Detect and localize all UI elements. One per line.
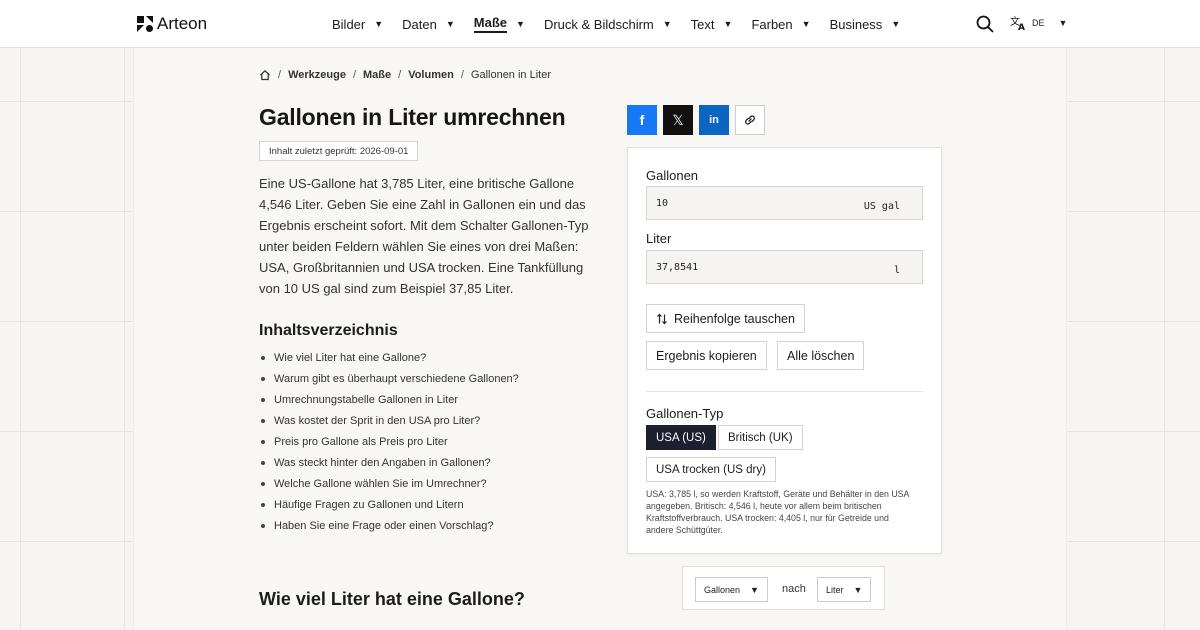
to-unit-select[interactable]: Liter ▼ [817,577,872,602]
facebook-share-button[interactable]: f [627,105,657,135]
gallons-input[interactable]: 10 US gal [646,186,923,220]
gallon-type-note: USA: 3,785 l, so werden Kraftstoff, Gerä… [646,489,909,535]
nav-label: Maße [473,15,508,33]
type-uk-button[interactable]: Britisch (UK) [718,425,803,450]
top-navigation-bar: Arteon Bilder ▼ Daten ▼ Maße ▼ Druck & Bild… [0,0,1200,48]
toc-link[interactable]: Preis pro Gallone als Preis pro Liter [259,431,519,452]
intro-paragraph: Eine US-Gallone hat 3,785 Liter, eine br… [259,176,589,296]
link-icon [745,115,755,125]
caret-down-icon: ▼ [853,584,863,595]
section-heading: Wie viel Liter hat eine Gallone? [259,589,525,609]
translate-icon: 文 A [1010,15,1025,31]
page-title: Gallonen in Liter umrechnen [259,104,566,130]
caret-down-icon: ▼ [750,584,759,595]
toc-heading: Inhaltsverzeichnis [259,322,398,339]
brand-name: Arteon [157,14,208,33]
from-unit-value: Gallonen [704,584,741,595]
type-us-button[interactable]: USA (US) [646,425,716,450]
caret-down-icon: ▼ [1058,18,1068,28]
to-label: Liter [646,231,672,246]
brand-logo[interactable]: Arteon [137,14,207,34]
caret-down-icon: ▼ [662,19,672,29]
table-of-contents: Wie viel Liter hat eine Gallone? Warum g… [259,347,519,536]
gallon-type-label: Gallonen-Typ [646,406,724,421]
nav-item-druck-bildschirm[interactable]: Druck & Bildschirm ▼ [544,17,672,32]
reviewed-badge: Inhalt zuletzt geprüft: 2026-09-01 [259,141,419,161]
toc-link[interactable]: Was steckt hinter den Angaben in Gallone… [259,452,519,473]
to-unit-value: Liter [826,584,844,595]
nav-item-farben[interactable]: Farben ▼ [751,17,810,32]
svg-text:A: A [1018,23,1025,31]
liters-input[interactable]: 37,8541 l [646,250,923,284]
unit-pair-selector: Gallonen ▼ nach Liter ▼ [682,566,885,610]
breadcrumb-separator: / [352,69,356,81]
toc-link[interactable]: Haben Sie eine Frage oder einen Vorschla… [259,515,519,536]
share-buttons: f 𝕏 in [627,105,765,135]
swap-icon [657,313,667,324]
caret-down-icon: ▼ [801,19,811,29]
language-switcher[interactable]: 文 A DE ▼ [1010,15,1067,31]
breadcrumb-separator: / [460,69,464,81]
breadcrumb: / Werkzeuge / Maße / Volumen / Gallonen … [259,69,551,81]
breadcrumb-link[interactable]: Maße [363,69,391,81]
x-share-button[interactable]: 𝕏 [663,105,693,135]
nav-label: Text [690,16,715,32]
swap-button[interactable]: Reihenfolge tauschen [646,304,805,333]
copy-link-button[interactable] [735,105,765,135]
nav-label: Farben [751,16,793,32]
search-icon[interactable] [976,15,994,33]
gallons-unit: US gal [863,201,900,212]
copy-result-button[interactable]: Ergebnis kopieren [646,341,767,370]
from-label: Gallonen [646,168,699,183]
breadcrumb-separator: / [398,69,402,81]
caret-down-icon: ▼ [445,19,455,29]
toc-link[interactable]: Welche Gallone wählen Sie im Umrechner? [259,473,519,494]
liters-value: 37,8541 [656,262,699,273]
breadcrumb-link[interactable]: Werkzeuge [288,69,346,81]
type-us-dry-button[interactable]: USA trocken (US dry) [646,457,776,482]
home-icon[interactable] [259,69,271,81]
breadcrumb-separator: / [278,69,282,81]
breadcrumb-link[interactable]: Volumen [408,69,454,81]
nav-item-business[interactable]: Business ▼ [830,17,901,32]
nav-item-text[interactable]: Text ▼ [691,17,733,32]
caret-down-icon: ▼ [723,19,733,29]
language-code: DE [1032,18,1045,28]
nav-label: Druck & Bildschirm [543,16,654,32]
linkedin-share-button[interactable]: in [699,105,729,135]
nav-label: Business [829,16,883,32]
caret-down-icon: ▼ [891,19,901,29]
toc-link[interactable]: Häufige Fragen zu Gallonen und Litern [259,494,519,515]
caret-down-icon: ▼ [374,19,384,29]
nav-item-masse[interactable]: Maße ▼ [473,15,525,33]
toc-link[interactable]: Umrechnungstabelle Gallonen in Liter [259,389,519,410]
caret-down-icon: ▼ [516,19,525,29]
logo-icon [137,16,153,32]
clear-all-button[interactable]: Alle löschen [777,341,865,370]
nav-item-bilder[interactable]: Bilder ▼ [332,17,383,32]
unit-pair-connector: nach [782,583,806,595]
toc-link[interactable]: Wie viel Liter hat eine Gallone? [259,347,519,368]
from-unit-select[interactable]: Gallonen ▼ [695,577,768,602]
nav-item-daten[interactable]: Daten ▼ [402,17,455,32]
nav-label: Daten [402,16,437,32]
toc-link[interactable]: Warum gibt es überhaupt verschiedene Gal… [259,368,519,389]
converter-panel: Gallonen 10 US gal Liter 37,8541 l Reihe… [627,147,942,554]
gallons-value: 10 [656,198,669,209]
toc-link[interactable]: Was kostet der Sprit in den USA pro Lite… [259,410,519,431]
liters-unit: l [893,265,900,276]
main-nav: Bilder ▼ Daten ▼ Maße ▼ Druck & Bildschirm ▼… [332,0,919,48]
breadcrumb-current: Gallonen in Liter [470,69,551,81]
divider [646,391,923,392]
swap-label: Reihenfolge tauschen [674,311,795,326]
nav-label: Bilder [332,16,366,32]
